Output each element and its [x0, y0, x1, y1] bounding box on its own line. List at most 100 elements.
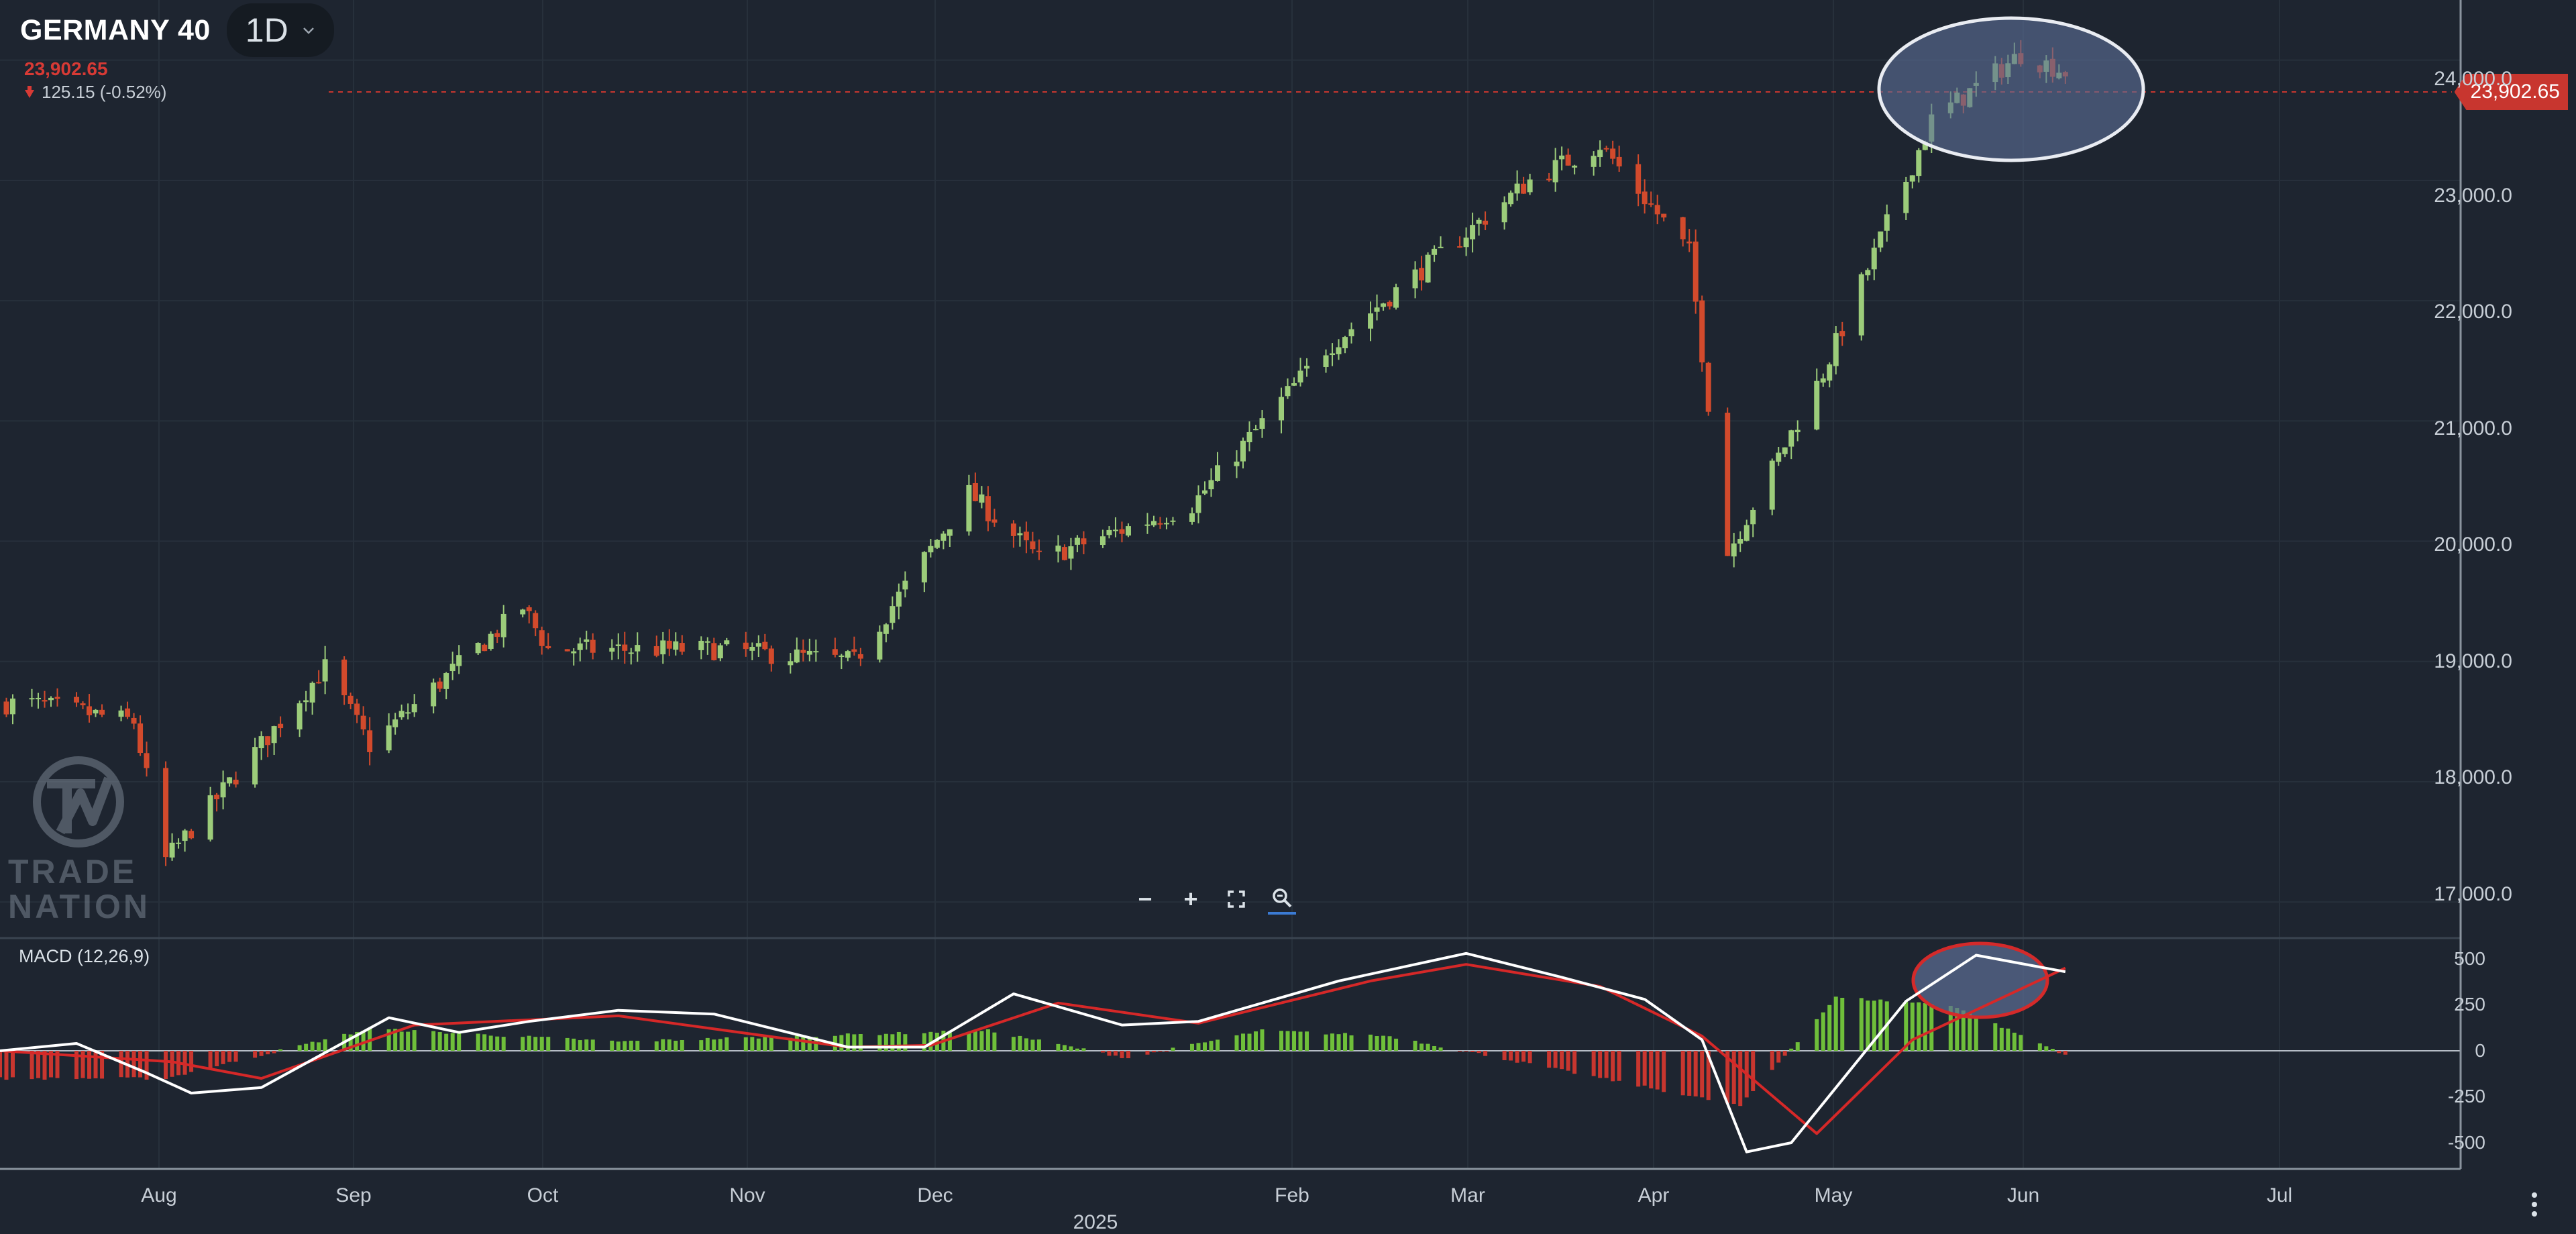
x-axis-month-label: Aug: [141, 1184, 177, 1206]
macd-histogram-bar-negative: [138, 1051, 143, 1078]
candle-up: [386, 725, 392, 751]
macd-histogram-bar-positive: [1394, 1038, 1399, 1051]
candle-up: [1368, 313, 1374, 329]
candle-up: [1833, 333, 1839, 366]
x-axis-month-label: Nov: [729, 1184, 765, 1206]
macd-histogram-bar-positive: [431, 1031, 436, 1051]
candle-up: [724, 640, 730, 645]
candle-up: [392, 719, 398, 727]
price-summary: 23,902.65 125.15 (-0.52%): [24, 58, 166, 103]
candle-down: [138, 723, 144, 754]
macd-histogram-bar-negative: [2063, 1051, 2068, 1055]
macd-histogram-bar-positive: [527, 1035, 531, 1051]
x-axis-month-label: Sep: [335, 1184, 372, 1206]
more-options-icon[interactable]: [2530, 1191, 2538, 1218]
candle-up: [176, 842, 182, 844]
candle-up: [220, 782, 226, 798]
candle-down: [622, 644, 628, 651]
candle-up: [577, 643, 583, 650]
candle-up: [660, 640, 666, 655]
candle-up: [1304, 366, 1310, 369]
candle-down: [437, 681, 443, 689]
macd-histogram-bar-negative: [1527, 1051, 1532, 1064]
candle-up: [1381, 303, 1387, 307]
candle-down: [74, 697, 80, 703]
macd-histogram-bar-positive: [763, 1037, 767, 1051]
candle-up: [673, 641, 679, 650]
macd-histogram-bar-positive: [572, 1038, 576, 1051]
candle-up: [934, 539, 940, 548]
macd-histogram-bar-positive: [1878, 999, 1883, 1051]
candle-down: [653, 646, 659, 656]
reset-zoom-button[interactable]: [1268, 884, 1296, 915]
trade-nation-logo-icon: [33, 756, 124, 847]
candle-up: [1827, 364, 1833, 381]
candle-up: [1597, 150, 1603, 158]
candle-down: [1648, 203, 1654, 205]
fullscreen-button[interactable]: [1222, 885, 1250, 913]
logo-text-line2: NATION: [8, 888, 150, 925]
candle-up: [1150, 521, 1157, 525]
zoom-out-button[interactable]: −: [1131, 885, 1159, 913]
chevron-down-icon: [303, 28, 314, 34]
candle-down: [1565, 154, 1571, 166]
candle-up: [1858, 274, 1864, 336]
candle-up: [1438, 246, 1444, 248]
candle-down: [545, 646, 551, 649]
timeframe-selector[interactable]: 1D: [226, 3, 334, 57]
macd-histogram-bar-positive: [1056, 1043, 1061, 1051]
candle-up: [169, 842, 175, 858]
macd-histogram-bar-positive: [1866, 1000, 1870, 1051]
macd-histogram-bar-positive: [1833, 996, 1838, 1051]
macd-histogram-bar-positive: [992, 1032, 997, 1051]
candle-up: [93, 709, 99, 714]
candle-up: [431, 682, 437, 707]
macd-histogram-bar-negative: [215, 1051, 219, 1067]
macd-histogram-bar-negative: [1113, 1051, 1118, 1056]
macd-histogram-bar-positive: [616, 1041, 621, 1051]
candle-up: [966, 484, 972, 532]
candle-up: [1017, 533, 1023, 535]
candle-down: [526, 607, 532, 611]
price-change: 125.15 (-0.52%): [24, 81, 166, 103]
candle-up: [1112, 529, 1118, 531]
macd-histogram-bar-positive: [661, 1039, 665, 1051]
macd-histogram-bar-positive: [623, 1041, 627, 1051]
macd-histogram-bar-positive: [1910, 1002, 1915, 1051]
candle-down: [590, 639, 596, 653]
candle-up: [322, 659, 328, 682]
candle-up: [571, 651, 577, 654]
macd-histogram-bar-positive: [1375, 1036, 1379, 1051]
macd-histogram-bar-positive: [1426, 1043, 1430, 1051]
macd-indicator-title[interactable]: MACD (12,26,9): [19, 946, 150, 967]
candle-up: [207, 795, 213, 840]
candle-down: [1661, 213, 1667, 218]
macd-histogram-bar-positive: [1279, 1031, 1284, 1051]
candle-up: [1068, 546, 1074, 559]
candle-up: [1903, 181, 1909, 213]
macd-histogram-bar-negative: [1151, 1051, 1156, 1053]
macd-histogram-bar-positive: [1789, 1048, 1794, 1051]
chart-canvas[interactable]: [0, 0, 2576, 1234]
macd-histogram-bar-positive: [304, 1043, 309, 1051]
macd-histogram-bar-negative: [1604, 1051, 1609, 1078]
candle-up: [227, 777, 233, 784]
candle-up: [1253, 429, 1259, 431]
macd-histogram-bar-positive: [578, 1040, 582, 1051]
candle-up: [1336, 347, 1342, 354]
zoom-in-button[interactable]: +: [1177, 885, 1205, 913]
macd-histogram-bar-positive: [1018, 1035, 1022, 1051]
candle-up: [1189, 513, 1195, 522]
candle-up: [1909, 175, 1915, 182]
macd-histogram-bar-negative: [1738, 1051, 1743, 1107]
macd-histogram-bar-positive: [629, 1040, 633, 1051]
candle-up: [309, 682, 315, 703]
macd-histogram-bar-positive: [839, 1035, 844, 1051]
candle-down: [533, 613, 539, 629]
candle-down: [1610, 148, 1616, 159]
candle-up: [1259, 418, 1265, 429]
macd-histogram-bar-positive: [967, 1031, 971, 1051]
candle-up: [1794, 429, 1801, 433]
candle-up: [1125, 526, 1131, 536]
macd-histogram-bar-positive: [750, 1037, 755, 1051]
